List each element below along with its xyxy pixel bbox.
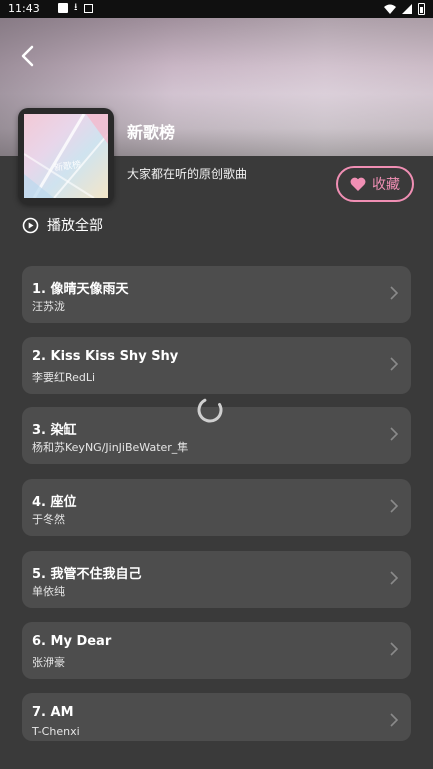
chevron-right-icon [390,499,399,513]
chevron-right-icon [390,642,399,656]
play-all-label: 播放全部 [47,218,103,234]
song-item-7[interactable]: 7. AM T-Chenxi [22,693,411,741]
signal-icon [402,4,412,14]
favorite-button[interactable]: 收藏 [336,166,414,202]
song-artist: 于冬然 [32,513,65,526]
song-title: 7. AM [32,705,74,720]
playlist-cover: 新歌榜 [18,108,114,204]
status-time: 11:43 [8,2,40,15]
song-item-2[interactable]: 2. Kiss Kiss Shy Shy 李要红RedLi [22,337,411,394]
song-item-6[interactable]: 6. My Dear 张洢豪 [22,622,411,679]
song-item-5[interactable]: 5. 我管不住我自己 单依纯 [22,551,411,608]
song-artist: T-Chenxi [32,725,80,738]
status-bar: 11:43 ⭳ [0,0,433,18]
back-button[interactable] [14,42,40,70]
song-artist: 单依纯 [32,585,65,598]
playlist-title: 新歌榜 [127,123,176,142]
chevron-right-icon [390,713,399,727]
heart-icon [350,177,366,191]
song-artist: 张洢豪 [32,656,65,669]
song-title: 2. Kiss Kiss Shy Shy [32,349,179,364]
spinner-icon [197,397,223,423]
song-item-4[interactable]: 4. 座位 于冬然 [22,479,411,536]
song-title: 1. 像晴天像雨天 [32,282,129,297]
bottom-area [0,741,433,769]
wifi-icon [384,4,396,14]
favorite-label: 收藏 [372,177,400,193]
screenshot-icon [83,3,93,13]
song-item-1[interactable]: 1. 像晴天像雨天 汪苏泷 [22,266,411,323]
song-artist: 李要红RedLi [32,371,96,384]
cover-art: 新歌榜 [23,113,109,199]
playlist-subtitle: 大家都在听的原创歌曲 [127,167,248,181]
chevron-right-icon [390,357,399,371]
notification-icon [58,3,68,13]
song-title: 3. 染缸 [32,423,77,438]
chevron-right-icon [390,286,399,300]
song-title: 6. My Dear [32,634,112,649]
battery-icon [418,3,425,15]
song-artist: 杨和苏KeyNG/JinJiBeWater_隼 [32,441,189,454]
play-all-button[interactable]: 播放全部 [22,215,103,235]
chevron-right-icon [390,571,399,585]
chevron-right-icon [390,427,399,441]
song-artist: 汪苏泷 [32,300,65,313]
song-title: 5. 我管不住我自己 [32,567,142,582]
song-title: 4. 座位 [32,495,77,510]
chevron-left-icon [21,45,34,67]
play-circle-icon [22,217,39,233]
cover-art-lines [23,113,109,199]
download-icon: ⭳ [74,2,78,13]
